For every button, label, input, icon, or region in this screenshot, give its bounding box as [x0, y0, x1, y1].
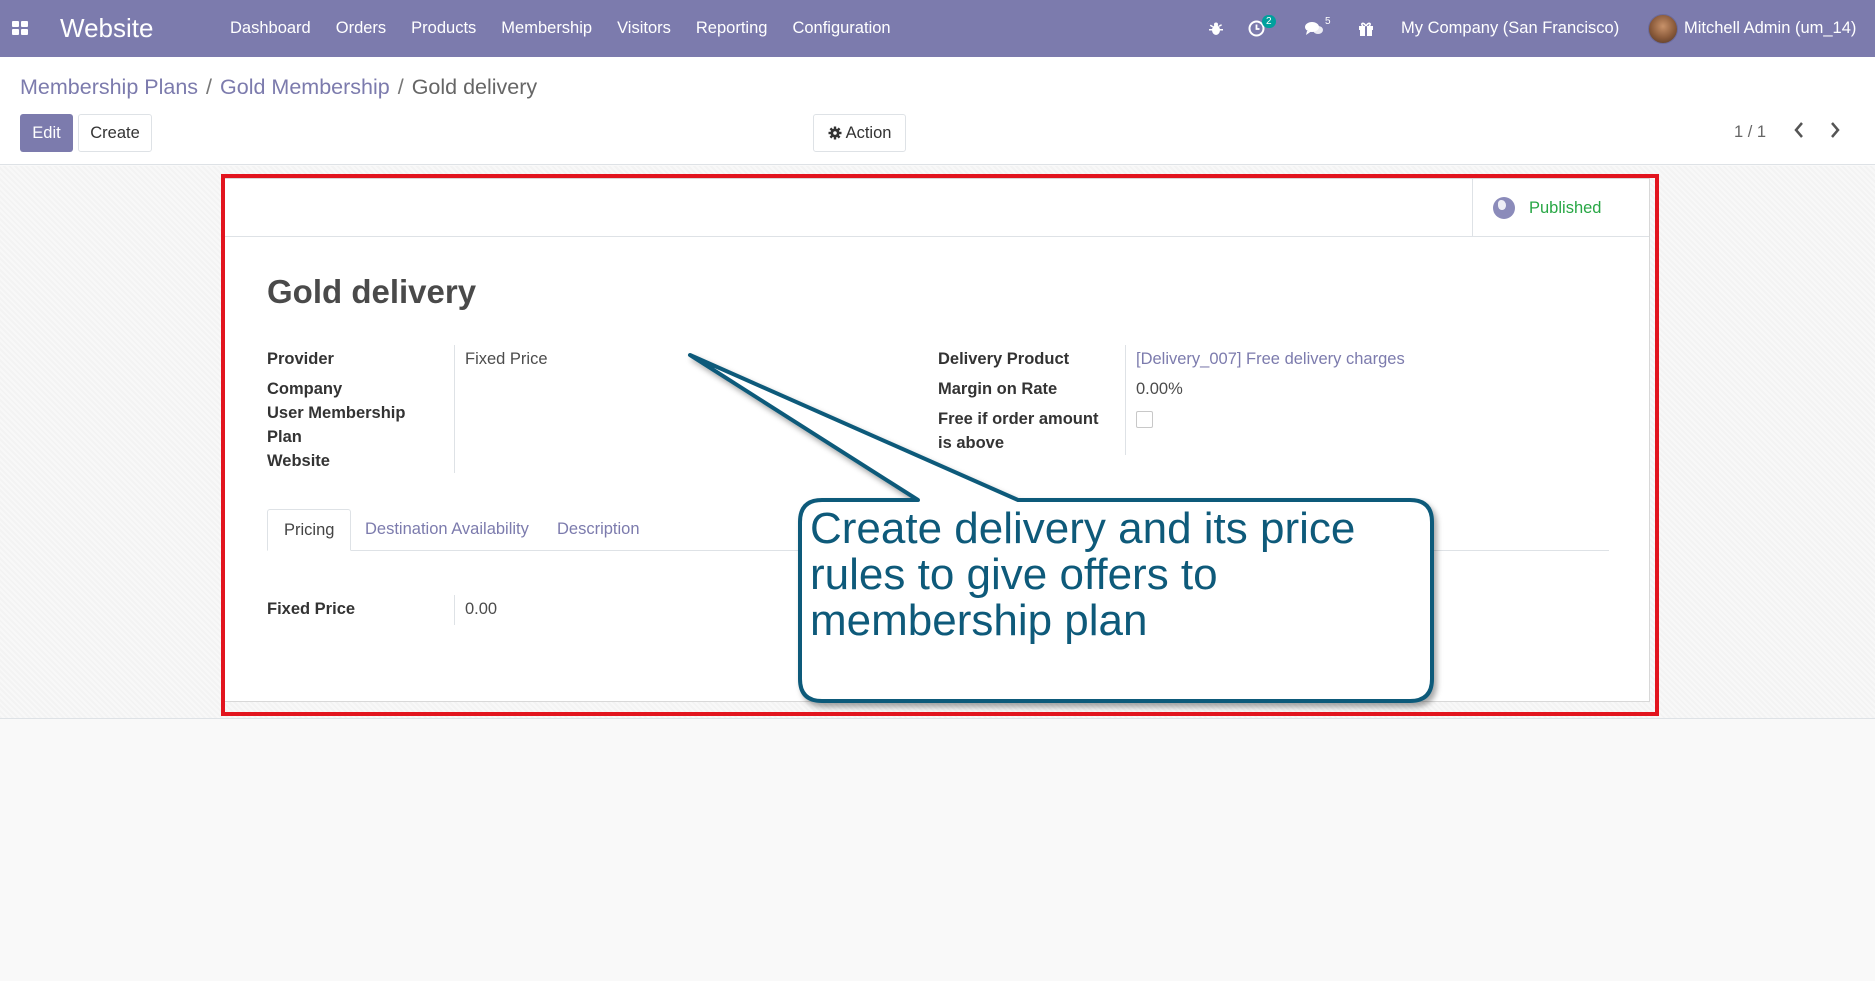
main-menu: Dashboard Orders Products Membership Vis…	[230, 19, 916, 38]
company-switcher[interactable]: My Company (San Francisco)	[1401, 0, 1619, 57]
app-name[interactable]: Website	[60, 13, 153, 44]
create-button[interactable]: Create	[78, 114, 152, 152]
messages-count-badge: 5	[1325, 16, 1331, 27]
breadcrumb-current: Gold delivery	[411, 75, 538, 99]
published-toggle-button[interactable]: Published	[1472, 179, 1649, 237]
activity-count-badge: 2	[1262, 15, 1276, 28]
provider-value: Fixed Price	[465, 350, 548, 368]
user-menu[interactable]: Mitchell Admin (um_14)	[1648, 0, 1856, 57]
field-divider	[454, 595, 455, 625]
tab-destination-availability[interactable]: Destination Availability	[349, 509, 545, 551]
menu-item-reporting[interactable]: Reporting	[696, 19, 768, 38]
top-navbar: Website Dashboard Orders Products Member…	[0, 0, 1875, 57]
edit-button[interactable]: Edit	[20, 114, 73, 152]
menu-item-configuration[interactable]: Configuration	[792, 19, 890, 38]
action-label: Action	[845, 123, 892, 142]
field-divider	[1125, 345, 1126, 455]
callout-text: Create delivery and its price rules to g…	[810, 506, 1410, 644]
delivery-product-label: Delivery Product	[938, 350, 1070, 368]
website-label: Website	[267, 452, 330, 470]
company-label: Company	[267, 380, 343, 398]
fixed-price-label: Fixed Price	[267, 600, 356, 618]
menu-item-dashboard[interactable]: Dashboard	[230, 19, 311, 38]
menu-item-orders[interactable]: Orders	[336, 19, 386, 38]
margin-on-rate-value: 0.00%	[1136, 380, 1183, 398]
messages-icon[interactable]: 5	[1305, 0, 1335, 57]
free-if-above-checkbox[interactable]	[1136, 411, 1153, 428]
control-panel: Membership Plans / Gold Membership / Gold de…	[0, 57, 1875, 165]
globe-icon	[1493, 197, 1515, 219]
membership-plan-label-line1: User Membership	[267, 404, 406, 422]
gift-icon[interactable]	[1358, 0, 1374, 57]
provider-label: Provider	[267, 350, 334, 368]
user-name: Mitchell Admin (um_14)	[1684, 19, 1857, 37]
debug-icon[interactable]	[1208, 0, 1224, 57]
field-divider	[454, 345, 455, 473]
pager-next-icon[interactable]	[1829, 119, 1841, 145]
callout-line: rules to give offers to	[810, 550, 1218, 599]
menu-item-products[interactable]: Products	[411, 19, 476, 38]
menu-item-visitors[interactable]: Visitors	[617, 19, 671, 38]
published-label: Published	[1529, 198, 1602, 217]
avatar	[1648, 13, 1678, 44]
pager-previous-icon[interactable]	[1793, 119, 1805, 145]
membership-plan-label-line2: Plan	[267, 428, 302, 446]
apps-menu-icon[interactable]	[12, 21, 28, 35]
breadcrumb-gold-membership[interactable]: Gold Membership	[220, 75, 390, 99]
menu-item-membership[interactable]: Membership	[501, 19, 592, 38]
tab-pricing[interactable]: Pricing	[267, 509, 352, 551]
breadcrumb-separator: /	[397, 75, 404, 99]
free-if-above-label-line1: Free if order amount	[938, 410, 1099, 428]
gear-icon	[828, 126, 842, 140]
delivery-product-link[interactable]: [Delivery_007] Free delivery charges	[1136, 347, 1405, 371]
breadcrumb-separator: /	[206, 75, 213, 99]
breadcrumb-membership-plans[interactable]: Membership Plans	[20, 75, 198, 99]
activity-clock-icon[interactable]: 2	[1248, 0, 1276, 57]
breadcrumb: Membership Plans / Gold Membership / Gold de…	[20, 75, 537, 100]
callout-line: Create delivery and its price	[810, 504, 1356, 553]
pager-value[interactable]: 1 / 1	[1734, 123, 1766, 142]
button-box: Published	[225, 179, 1649, 237]
callout-line: membership plan	[810, 596, 1148, 645]
action-button[interactable]: Action	[813, 114, 906, 152]
tab-description[interactable]: Description	[541, 509, 656, 551]
margin-on-rate-label: Margin on Rate	[938, 380, 1058, 398]
free-if-above-label-line2: is above	[938, 434, 1005, 452]
fixed-price-value: 0.00	[465, 600, 498, 618]
record-title: Gold delivery	[267, 273, 477, 310]
